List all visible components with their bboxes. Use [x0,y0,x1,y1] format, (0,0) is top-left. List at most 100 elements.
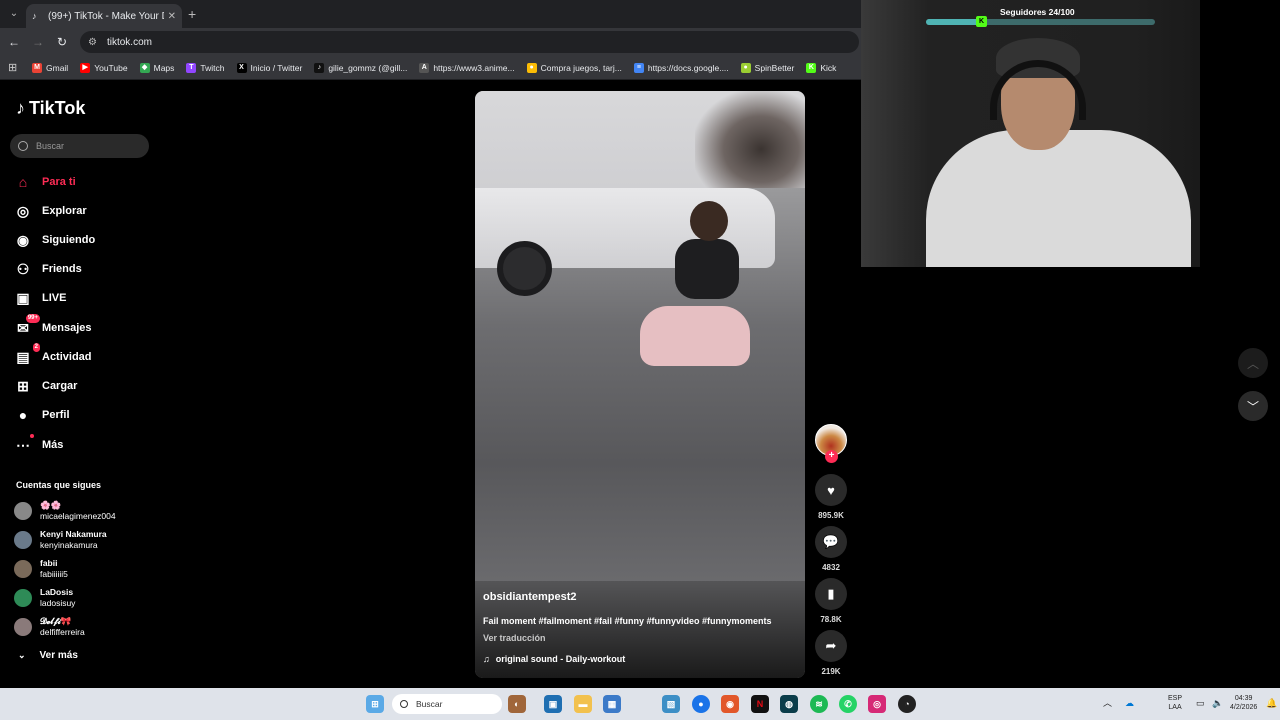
omnibox[interactable]: ⚙ tiktok.com [80,31,859,53]
sidebar-item-label: Perfil [42,409,70,421]
file-explorer-icon[interactable]: ▬ [574,695,592,713]
like-button[interactable]: ♥ [815,474,847,506]
clock[interactable]: 04:39 4/2/2026 [1230,694,1257,712]
close-tab-icon[interactable]: ✕ [168,11,176,22]
widget-icon[interactable]: ◐ [508,695,526,713]
notification-badge: 2 [32,343,40,352]
more-icon: ⋯ [14,434,34,454]
store-icon[interactable]: ▦ [603,695,621,713]
forward-arrow-icon[interactable]: → [30,34,46,50]
bookmark-9[interactable]: ● SpinBetter [740,62,795,73]
volume-icon[interactable]: 🔈 [1212,699,1223,708]
bookmark-4[interactable]: X Inicio / Twitter [236,62,302,73]
start-windows-icon[interactable]: ⊞ [366,695,384,713]
tray-chevron-icon[interactable]: ︿ [1103,699,1112,708]
video-player[interactable] [475,91,805,678]
taskbar-search[interactable]: Buscar [392,694,502,714]
upload-icon: ⊞ [17,377,29,394]
bookmark-3[interactable]: T Twitch [186,62,225,73]
sidebar-item-friends[interactable]: ⚇ Friends [14,259,82,279]
comment-button[interactable]: 💬 [815,526,847,558]
see-more-button[interactable]: ⌄ Ver más [18,650,78,661]
previous-video-button[interactable]: ︿ [1238,348,1268,378]
onedrive-icon[interactable]: ☁ [1125,699,1134,708]
spotify-icon[interactable]: ≋ [810,695,828,713]
account-names: 𝓓𝓮𝓵𝓯𝓲🎀 delfifferreira [40,616,85,638]
activity-icon: ▤ 2 [16,343,40,365]
sidebar-item-para-ti[interactable]: ⌂ Para ti [14,172,76,192]
sidebar-item-perfil[interactable]: ● Perfil [14,405,70,425]
bookmark-0[interactable]: M Gmail [32,62,68,73]
sidebar-item-live[interactable]: ▣ LIVE [14,288,66,308]
back-arrow-icon[interactable]: ← [6,34,22,50]
video-toy-car [640,306,750,366]
bookmark-8[interactable]: ≡ https://docs.google.... [633,62,729,73]
share-button[interactable]: ➦ [815,630,847,662]
obs-icon[interactable]: ◔ [898,695,916,713]
video-sound[interactable]: ♫ original sound - Daily-workout [483,654,625,664]
sidebar-item-explorar[interactable]: ◎ Explorar [14,201,87,221]
sidebar-item-label: Mensajes [42,322,92,334]
share-icon: ➦ [825,638,837,653]
search-input[interactable] [36,141,136,151]
apps-grid-icon[interactable]: ⊞ [8,61,32,74]
followed-account[interactable]: 𝓓𝓮𝓵𝓯𝓲🎀 delfifferreira [14,616,85,638]
whatsapp-icon[interactable]: ✆ [839,695,857,713]
avatar [14,502,32,520]
bookmark-2[interactable]: ◆ Maps [139,62,174,73]
browser-tab[interactable]: ♪ (99+) TikTok - Make Your Day ✕ [26,4,182,28]
site-info-icon[interactable]: ⚙ [88,37,97,48]
chevron-down-icon: ⌄ [18,650,26,660]
profile-avatar-icon: ● [18,407,28,423]
video-child-body [675,239,739,299]
account-display-name: LaDosis [40,587,74,597]
task-view-icon[interactable]: ▣ [544,695,562,713]
bookmark-label: https://docs.google.... [647,62,729,73]
bookmark-5[interactable]: ♪ gilie_gommz (@gill... [314,62,407,73]
app-icon[interactable]: ◉ [721,695,739,713]
bookmarks-bar: ⊞ M Gmail ▶ YouTube ◆ Maps T Twitch X Inicio / Tw… [0,56,861,80]
chevron-down-icon: ﹀ [1246,399,1259,414]
followed-account[interactable]: fabii fabiiiiii5 [14,558,68,580]
sidebar-item-cargar[interactable]: ⊞ Cargar [14,376,77,396]
bookmark-7[interactable]: ● Compra juegos, tarj... [526,62,622,73]
reload-icon[interactable]: ↻ [54,34,70,50]
chrome-icon[interactable]: ● [692,695,710,713]
translate-link[interactable]: Ver traducción [483,633,546,643]
followed-account[interactable]: Kenyi Nakamura kenyinakamura [14,529,107,551]
bookmark-label: Kick [820,62,837,73]
tiktok-logo[interactable]: ♪ TikTok [16,98,85,119]
photos-icon[interactable]: ▧ [662,695,680,713]
save-button[interactable]: ▮ [815,578,847,610]
tiktok-icon: ♪ [314,62,325,73]
webcam-overlay [861,0,1200,267]
language-line1: ESP [1168,695,1183,702]
bookmark-10[interactable]: K Kick [806,62,837,73]
compass-icon: ◎ [16,202,30,219]
heart-icon: ♥ [827,482,835,498]
instagram-icon[interactable]: ◎ [868,695,886,713]
sidebar-item-siguiendo[interactable]: ◉ Siguiendo [14,230,95,250]
netflix-icon[interactable]: N [751,695,769,713]
network-icon[interactable]: ▭ [1196,699,1205,708]
search-box[interactable] [10,134,149,158]
follow-plus-icon[interactable]: + [825,450,838,463]
language-indicator[interactable]: ESP LAA [1168,694,1182,712]
comment-icon: 💬 [822,534,840,549]
bookmark-label: SpinBetter [754,62,795,73]
next-video-button[interactable]: ﹀ [1238,391,1268,421]
followed-account[interactable]: 🌸🌸 micaelagimenez004 [14,500,116,522]
video-author[interactable]: obsidiantempest2 [483,591,577,603]
sidebar-item-mensajes[interactable]: ✉ 99+ Mensajes [14,314,92,338]
steam-icon[interactable]: ◍ [780,695,798,713]
video-description[interactable]: Fail moment #failmoment #fail #funny #fu… [483,616,772,626]
followed-account[interactable]: LaDosis ladosisuy [14,587,75,609]
sidebar-item-actividad[interactable]: ▤ 2 Actividad [14,343,92,367]
bookmark-6[interactable]: Ahttps://www3.anime... [419,62,515,73]
sidebar-item-m-s[interactable]: ⋯ Más [14,434,63,455]
notification-bell-icon[interactable]: 🔔 [1266,699,1277,708]
bookmark-1[interactable]: ▶ YouTube [80,62,128,73]
save-count: 78.8K [820,615,842,624]
tab-search-chevron-icon[interactable]: ⌄ [6,6,22,22]
new-tab-icon[interactable]: + [188,6,196,22]
